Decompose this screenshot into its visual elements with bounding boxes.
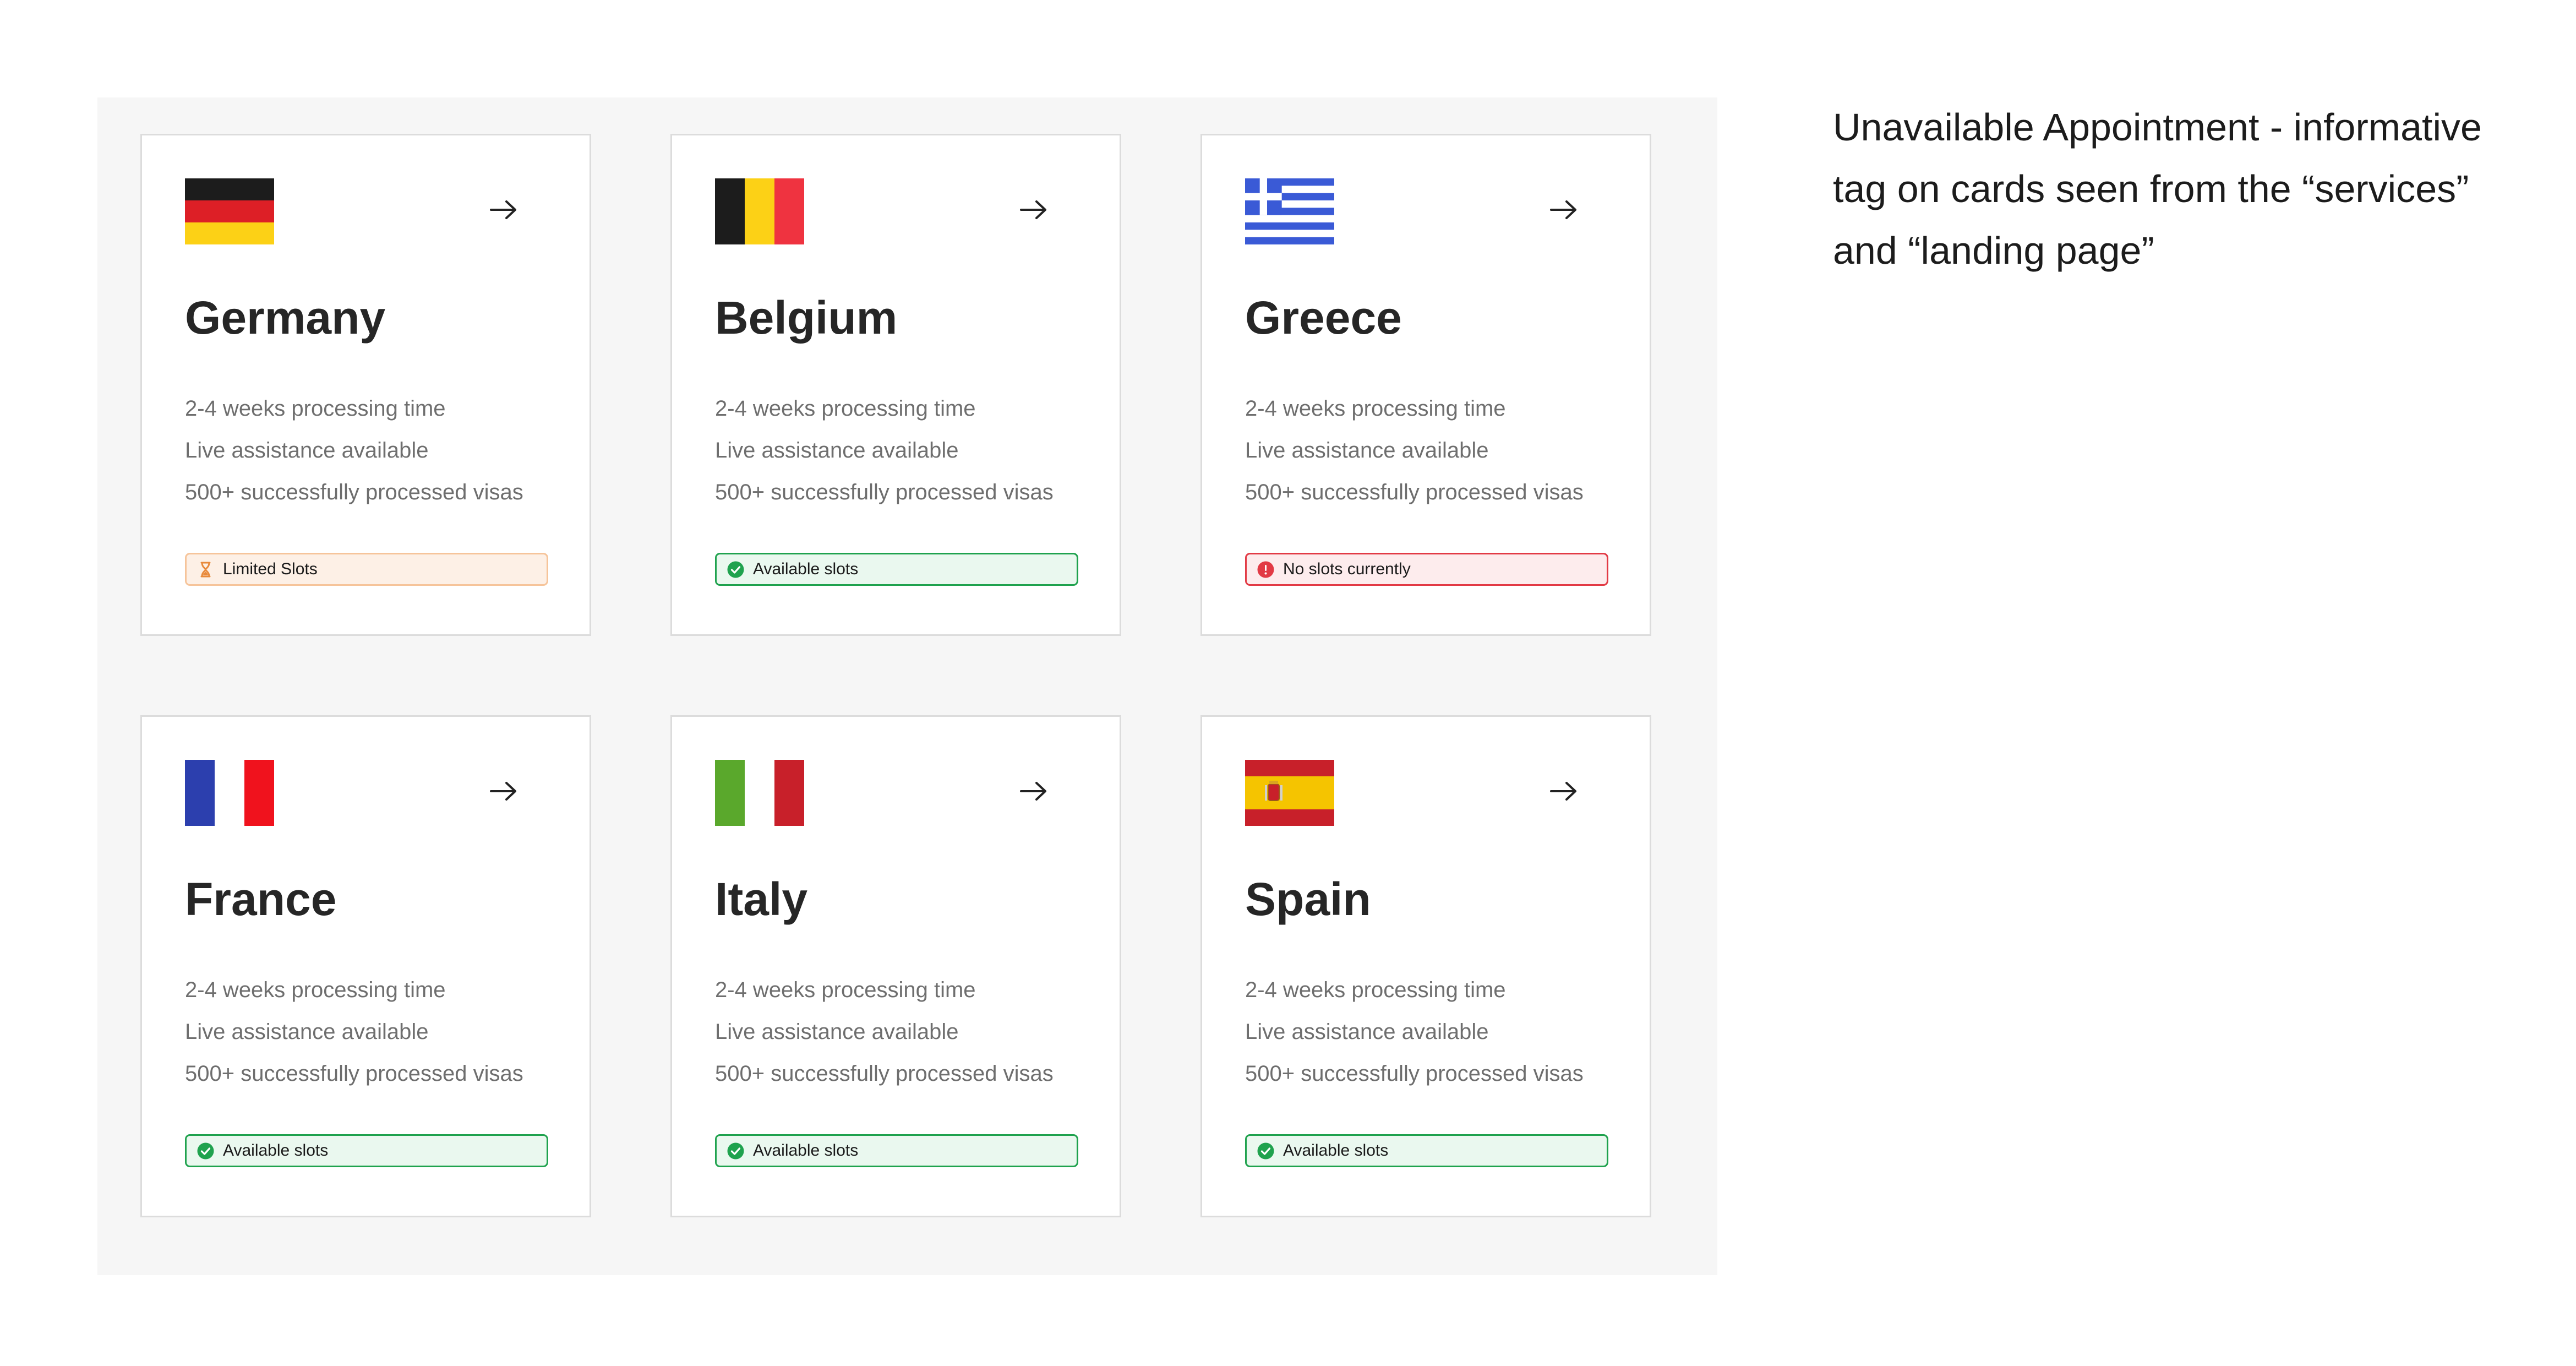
arrow-right-icon[interactable] — [489, 780, 519, 803]
arrow-right-icon[interactable] — [1549, 780, 1579, 803]
status-tag: Available slots — [185, 1134, 548, 1167]
processed-visas-text: 500+ successfully processed visas — [1245, 1062, 1584, 1086]
country-name: France — [185, 873, 337, 925]
germany-flag-icon — [185, 178, 274, 244]
annotation-note: Unavailable Appointment - informative ta… — [1833, 106, 2482, 272]
country-card-italy[interactable]: Italy 2-4 weeks processing time Live ass… — [670, 715, 1121, 1217]
arrow-right-icon[interactable] — [1019, 198, 1049, 221]
status-tag: Limited Slots — [185, 553, 548, 586]
assistance-text: Live assistance available — [1245, 1020, 1489, 1044]
status-label: Available slots — [1283, 1141, 1389, 1160]
assistance-text: Live assistance available — [715, 1020, 959, 1044]
processed-visas-text: 500+ successfully processed visas — [1245, 480, 1584, 504]
processed-visas-text: 500+ successfully processed visas — [185, 480, 523, 504]
country-card-germany[interactable]: Germany 2-4 weeks processing time Live a… — [140, 134, 591, 636]
hourglass-icon — [197, 560, 215, 579]
status-label: Available slots — [753, 560, 859, 578]
arrow-right-icon[interactable] — [1549, 198, 1579, 221]
processed-visas-text: 500+ successfully processed visas — [185, 1062, 523, 1086]
country-card-france[interactable]: France 2-4 weeks processing time Live as… — [140, 715, 591, 1217]
country-name: Italy — [715, 873, 808, 925]
processing-time-text: 2-4 weeks processing time — [715, 396, 976, 421]
check-circle-icon — [197, 1142, 215, 1160]
destination-cards-panel: Germany 2-4 weeks processing time Live a… — [97, 97, 1717, 1275]
country-name: Greece — [1245, 292, 1402, 344]
status-tag: No slots currently — [1245, 553, 1608, 586]
status-tag: Available slots — [715, 553, 1078, 586]
check-circle-icon — [727, 560, 745, 579]
processed-visas-text: 500+ successfully processed visas — [715, 1062, 1054, 1086]
check-circle-icon — [1257, 1142, 1275, 1160]
status-label: Limited Slots — [223, 560, 318, 578]
processing-time-text: 2-4 weeks processing time — [715, 978, 976, 1002]
france-flag-icon — [185, 760, 274, 826]
country-name: Spain — [1245, 873, 1371, 925]
assistance-text: Live assistance available — [715, 438, 959, 462]
processing-time-text: 2-4 weeks processing time — [1245, 978, 1506, 1002]
processing-time-text: 2-4 weeks processing time — [185, 396, 446, 421]
processed-visas-text: 500+ successfully processed visas — [715, 480, 1054, 504]
check-circle-icon — [727, 1142, 745, 1160]
status-tag: Available slots — [1245, 1134, 1608, 1167]
country-card-belgium[interactable]: Belgium 2-4 weeks processing time Live a… — [670, 134, 1121, 636]
arrow-right-icon[interactable] — [489, 198, 519, 221]
assistance-text: Live assistance available — [1245, 438, 1489, 462]
status-label: No slots currently — [1283, 560, 1411, 578]
status-label: Available slots — [753, 1141, 859, 1160]
country-name: Belgium — [715, 292, 898, 344]
status-label: Available slots — [223, 1141, 329, 1160]
greece-flag-icon — [1245, 178, 1334, 244]
arrow-right-icon[interactable] — [1019, 780, 1049, 803]
assistance-text: Live assistance available — [185, 1020, 429, 1044]
assistance-text: Live assistance available — [185, 438, 429, 462]
processing-time-text: 2-4 weeks processing time — [1245, 396, 1506, 421]
alert-circle-icon — [1257, 560, 1275, 579]
country-card-greece[interactable]: Greece 2-4 weeks processing time Live as… — [1200, 134, 1651, 636]
italy-flag-icon — [715, 760, 804, 826]
country-card-spain[interactable]: Spain 2-4 weeks processing time Live ass… — [1200, 715, 1651, 1217]
processing-time-text: 2-4 weeks processing time — [185, 978, 446, 1002]
country-name: Germany — [185, 292, 386, 344]
belgium-flag-icon — [715, 178, 804, 244]
spain-flag-icon — [1245, 760, 1334, 826]
status-tag: Available slots — [715, 1134, 1078, 1167]
